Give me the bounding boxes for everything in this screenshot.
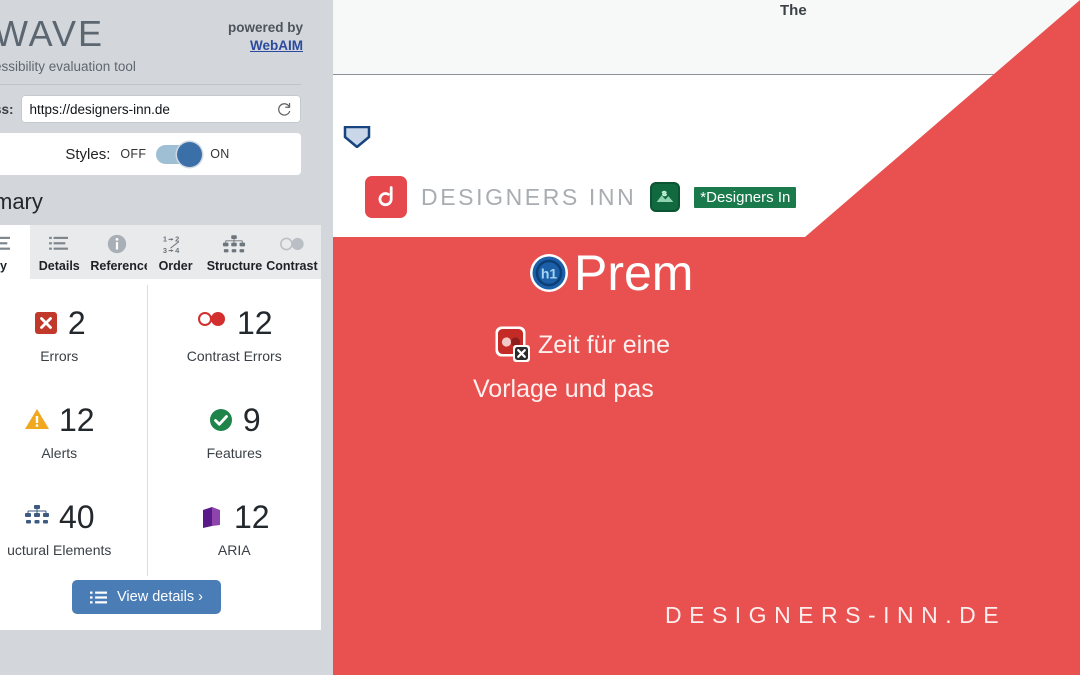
svg-text:3: 3 bbox=[163, 245, 167, 254]
hero-h1-text: Prem bbox=[574, 245, 694, 301]
wave-brand: WAVE essibility evaluation tool bbox=[0, 13, 136, 75]
svg-text:4: 4 bbox=[175, 245, 180, 254]
stat-errors-top: 2 bbox=[33, 307, 86, 339]
svg-text:1: 1 bbox=[163, 234, 167, 243]
stat-features[interactable]: 9 Features bbox=[146, 382, 322, 479]
powered-by-block: powered by WebAIM bbox=[228, 14, 303, 55]
alert-icon bbox=[24, 407, 50, 433]
summary-icon bbox=[0, 232, 28, 256]
hero-subline-1-row: Zeit für eine bbox=[494, 325, 670, 366]
structure-stat-icon bbox=[24, 504, 50, 530]
page-topbar: The bbox=[333, 0, 1080, 75]
contrast-error-stat-icon bbox=[196, 310, 228, 336]
stat-features-top: 9 bbox=[208, 404, 261, 436]
stat-contrast-errors[interactable]: 12 Contrast Errors bbox=[146, 285, 322, 382]
stat-contrast-top: 12 bbox=[196, 307, 273, 339]
tab-reference-label: Reference bbox=[90, 259, 151, 273]
stat-errors-value: 2 bbox=[67, 305, 86, 341]
tab-structure-label: Structure bbox=[206, 259, 263, 273]
summary-stats-card: 2 Errors 12 Contrast Errors 12 Alerts 9 … bbox=[0, 279, 321, 630]
stat-alerts-top: 12 bbox=[24, 404, 95, 436]
stat-structure-value: 40 bbox=[58, 499, 95, 535]
topbar-text: The bbox=[780, 2, 807, 19]
browser-page-content: The DESIGNERS INN *Designers In h1 Prem … bbox=[333, 0, 1080, 675]
wave-tab-bar: ry Details bbox=[0, 225, 321, 279]
site-brand-row: DESIGNERS INN *Designers In bbox=[365, 176, 797, 218]
stat-structure-label: uctural Elements bbox=[7, 542, 112, 558]
tab-contrast-label: Contrast bbox=[266, 259, 318, 273]
stat-features-value: 9 bbox=[242, 402, 261, 438]
stat-alerts-value: 12 bbox=[58, 402, 95, 438]
error-icon bbox=[33, 310, 59, 336]
tab-reference[interactable]: Reference bbox=[88, 225, 151, 279]
address-value: https://designers-inn.de bbox=[29, 101, 170, 117]
stat-contrast-label: Contrast Errors bbox=[186, 348, 282, 364]
wave-tagline: essibility evaluation tool bbox=[0, 59, 136, 74]
view-details-button[interactable]: View details › bbox=[72, 580, 221, 614]
stat-alerts[interactable]: 12 Alerts bbox=[0, 382, 147, 479]
stat-errors[interactable]: 2 Errors bbox=[0, 285, 147, 382]
order-icon: 12 34 bbox=[149, 232, 203, 256]
hero-subline-2: Vorlage und pas bbox=[473, 375, 654, 403]
webaim-link[interactable]: WebAIM bbox=[250, 38, 303, 53]
structure-icon bbox=[207, 232, 261, 256]
stat-aria-top: 12 bbox=[199, 501, 270, 533]
screenshot-root: The DESIGNERS INN *Designers In h1 Prem … bbox=[0, 0, 1080, 675]
stats-grid: 2 Errors 12 Contrast Errors 12 Alerts 9 … bbox=[0, 285, 321, 576]
tab-contrast[interactable]: Contrast bbox=[262, 225, 321, 279]
styles-toggle-row: Styles: OFF ON bbox=[0, 133, 301, 175]
tab-structure[interactable]: Structure bbox=[204, 225, 263, 279]
stat-aria-label: ARIA bbox=[217, 542, 251, 558]
svg-text:h1: h1 bbox=[541, 266, 558, 282]
skip-link-icon bbox=[343, 125, 371, 149]
linked-image-alt-icon[interactable] bbox=[650, 182, 681, 212]
powered-by-label: powered by bbox=[227, 20, 303, 35]
wave-header: WAVE essibility evaluation tool powered … bbox=[0, 0, 321, 82]
wave-logo: WAVE bbox=[0, 13, 105, 54]
view-details-label: View details › bbox=[117, 589, 203, 605]
list-icon bbox=[90, 590, 108, 605]
wave-image-alt-label: *Designers In bbox=[694, 186, 797, 208]
reload-icon[interactable] bbox=[277, 102, 292, 117]
hero-red-section bbox=[333, 0, 1080, 675]
contrast-error-icon[interactable] bbox=[494, 325, 535, 366]
styles-toggle[interactable] bbox=[156, 141, 203, 167]
hero-subline-1: Zeit für eine bbox=[538, 331, 671, 359]
stat-structure-top: 40 bbox=[24, 501, 95, 533]
hero-footer-url: DESIGNERS-INN.DE bbox=[665, 602, 1007, 628]
stat-aria[interactable]: 12 ARIA bbox=[146, 479, 322, 576]
address-input[interactable]: https://designers-inn.de bbox=[20, 95, 301, 123]
aria-icon bbox=[199, 504, 225, 530]
stat-structural-elements[interactable]: 40 uctural Elements bbox=[0, 479, 147, 576]
brand-name: DESIGNERS INN bbox=[421, 183, 637, 210]
address-row: ss: https://designers-inn.de bbox=[0, 85, 321, 133]
stat-aria-value: 12 bbox=[233, 499, 270, 535]
feature-icon bbox=[208, 407, 234, 433]
tab-order[interactable]: 12 34 Order bbox=[146, 225, 205, 279]
tab-details-label: Details bbox=[38, 259, 80, 273]
hero-heading-row: h1 Prem bbox=[528, 248, 693, 298]
summary-title: mary bbox=[0, 189, 43, 214]
contrast-icon bbox=[265, 232, 319, 256]
address-label: ss: bbox=[0, 101, 14, 117]
stat-errors-label: Errors bbox=[40, 348, 79, 364]
tab-summary[interactable]: ry bbox=[0, 225, 31, 279]
styles-label: Styles: bbox=[65, 145, 111, 163]
styles-off-label: OFF bbox=[120, 147, 147, 161]
designers-inn-logo-icon bbox=[365, 176, 407, 218]
wave-sidebar-panel: WAVE essibility evaluation tool powered … bbox=[0, 0, 321, 675]
toggle-knob bbox=[177, 141, 203, 167]
stat-features-label: Features bbox=[206, 445, 262, 461]
tab-summary-label: ry bbox=[0, 259, 7, 273]
styles-on-label: ON bbox=[210, 147, 230, 161]
list-icon bbox=[32, 232, 86, 256]
stat-contrast-value: 12 bbox=[236, 305, 273, 341]
tab-details[interactable]: Details bbox=[30, 225, 89, 279]
info-icon bbox=[90, 232, 144, 256]
view-details-wrap: View details › bbox=[0, 576, 321, 630]
stat-alerts-label: Alerts bbox=[41, 445, 78, 461]
panel-gutter bbox=[321, 0, 333, 675]
h1-heading-icon[interactable]: h1 bbox=[528, 252, 570, 294]
tab-order-label: Order bbox=[158, 259, 193, 273]
